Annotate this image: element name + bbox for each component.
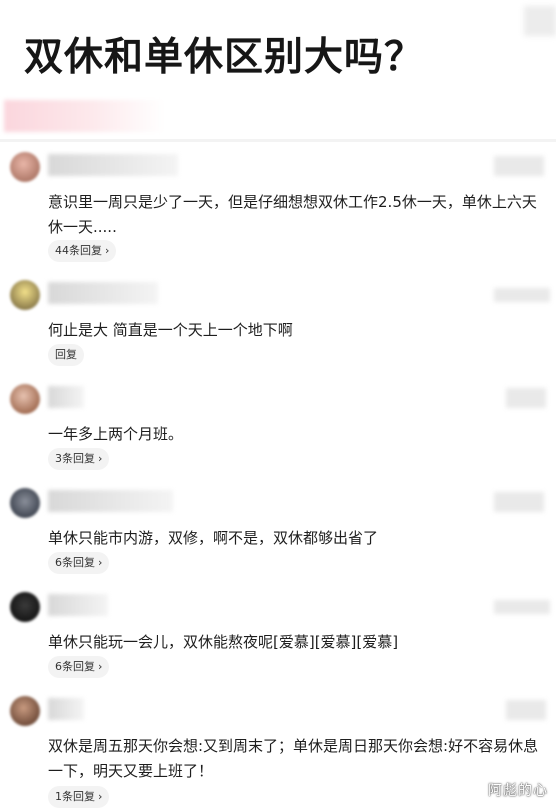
username-blurred[interactable] <box>48 154 178 176</box>
blurred-corner <box>524 6 556 36</box>
timestamp-blurred <box>494 600 550 614</box>
username-blurred[interactable] <box>48 282 158 304</box>
watermark: 阿彪的心 <box>488 783 548 799</box>
reply-count-label: 6条回复 <box>55 660 95 673</box>
reply-count-label: 6条回复 <box>55 556 95 569</box>
comment-text: 何止是大 简直是一个天上一个地下啊 <box>48 321 293 339</box>
reply-label: 回复 <box>55 348 77 361</box>
timestamp-blurred <box>506 700 546 720</box>
chevron-right-icon: › <box>105 244 110 257</box>
reply-count-button[interactable]: 6条回复 › <box>48 552 110 574</box>
avatar[interactable] <box>10 696 40 726</box>
reply-count-label: 3条回复 <box>55 452 95 465</box>
reply-count-button[interactable]: 1条回复 › <box>48 786 110 808</box>
comment-text: 双休是周五那天你会想:又到周末了；单休是周日那天你会想:好不容易休息一下，明天又… <box>48 737 539 780</box>
avatar[interactable] <box>10 384 40 414</box>
reply-count-label: 44条回复 <box>55 244 102 257</box>
avatar[interactable] <box>10 152 40 182</box>
timestamp-blurred <box>494 156 544 176</box>
avatar[interactable] <box>10 488 40 518</box>
reply-count-button[interactable]: 6条回复 › <box>48 656 110 678</box>
comment-text: 一年多上两个月班。 <box>48 425 184 443</box>
username-blurred[interactable] <box>48 594 108 616</box>
reply-count-button[interactable]: 3条回复 › <box>48 448 110 470</box>
timestamp-blurred <box>494 492 544 512</box>
comment-text: 单休只能市内游，双修，啊不是，双休都够出省了 <box>48 529 379 547</box>
reply-count-button[interactable]: 44条回复 › <box>48 240 117 262</box>
avatar[interactable] <box>10 592 40 622</box>
reply-button[interactable]: 回复 <box>48 344 84 366</box>
username-blurred[interactable] <box>48 490 173 512</box>
comment-text: 意识里一周只是少了一天，但是仔细想想双休工作2.5休一天，单休上六天休一天...… <box>48 193 537 236</box>
comment-text: 单休只能玩一会儿，双休能熬夜呢[爱慕][爱慕][爱慕] <box>48 633 399 651</box>
timestamp-blurred <box>494 288 550 302</box>
timestamp-blurred <box>506 388 546 408</box>
chevron-right-icon: › <box>98 556 103 569</box>
page-title: 双休和单休区别大吗？ <box>24 35 425 80</box>
chevron-right-icon: › <box>98 660 103 673</box>
reply-count-label: 1条回复 <box>55 790 95 803</box>
blurred-banner <box>4 100 164 132</box>
username-blurred[interactable] <box>48 386 84 408</box>
chevron-right-icon: › <box>98 790 103 803</box>
username-blurred[interactable] <box>48 698 84 720</box>
avatar[interactable] <box>10 280 40 310</box>
divider <box>0 139 556 142</box>
chevron-right-icon: › <box>98 452 103 465</box>
